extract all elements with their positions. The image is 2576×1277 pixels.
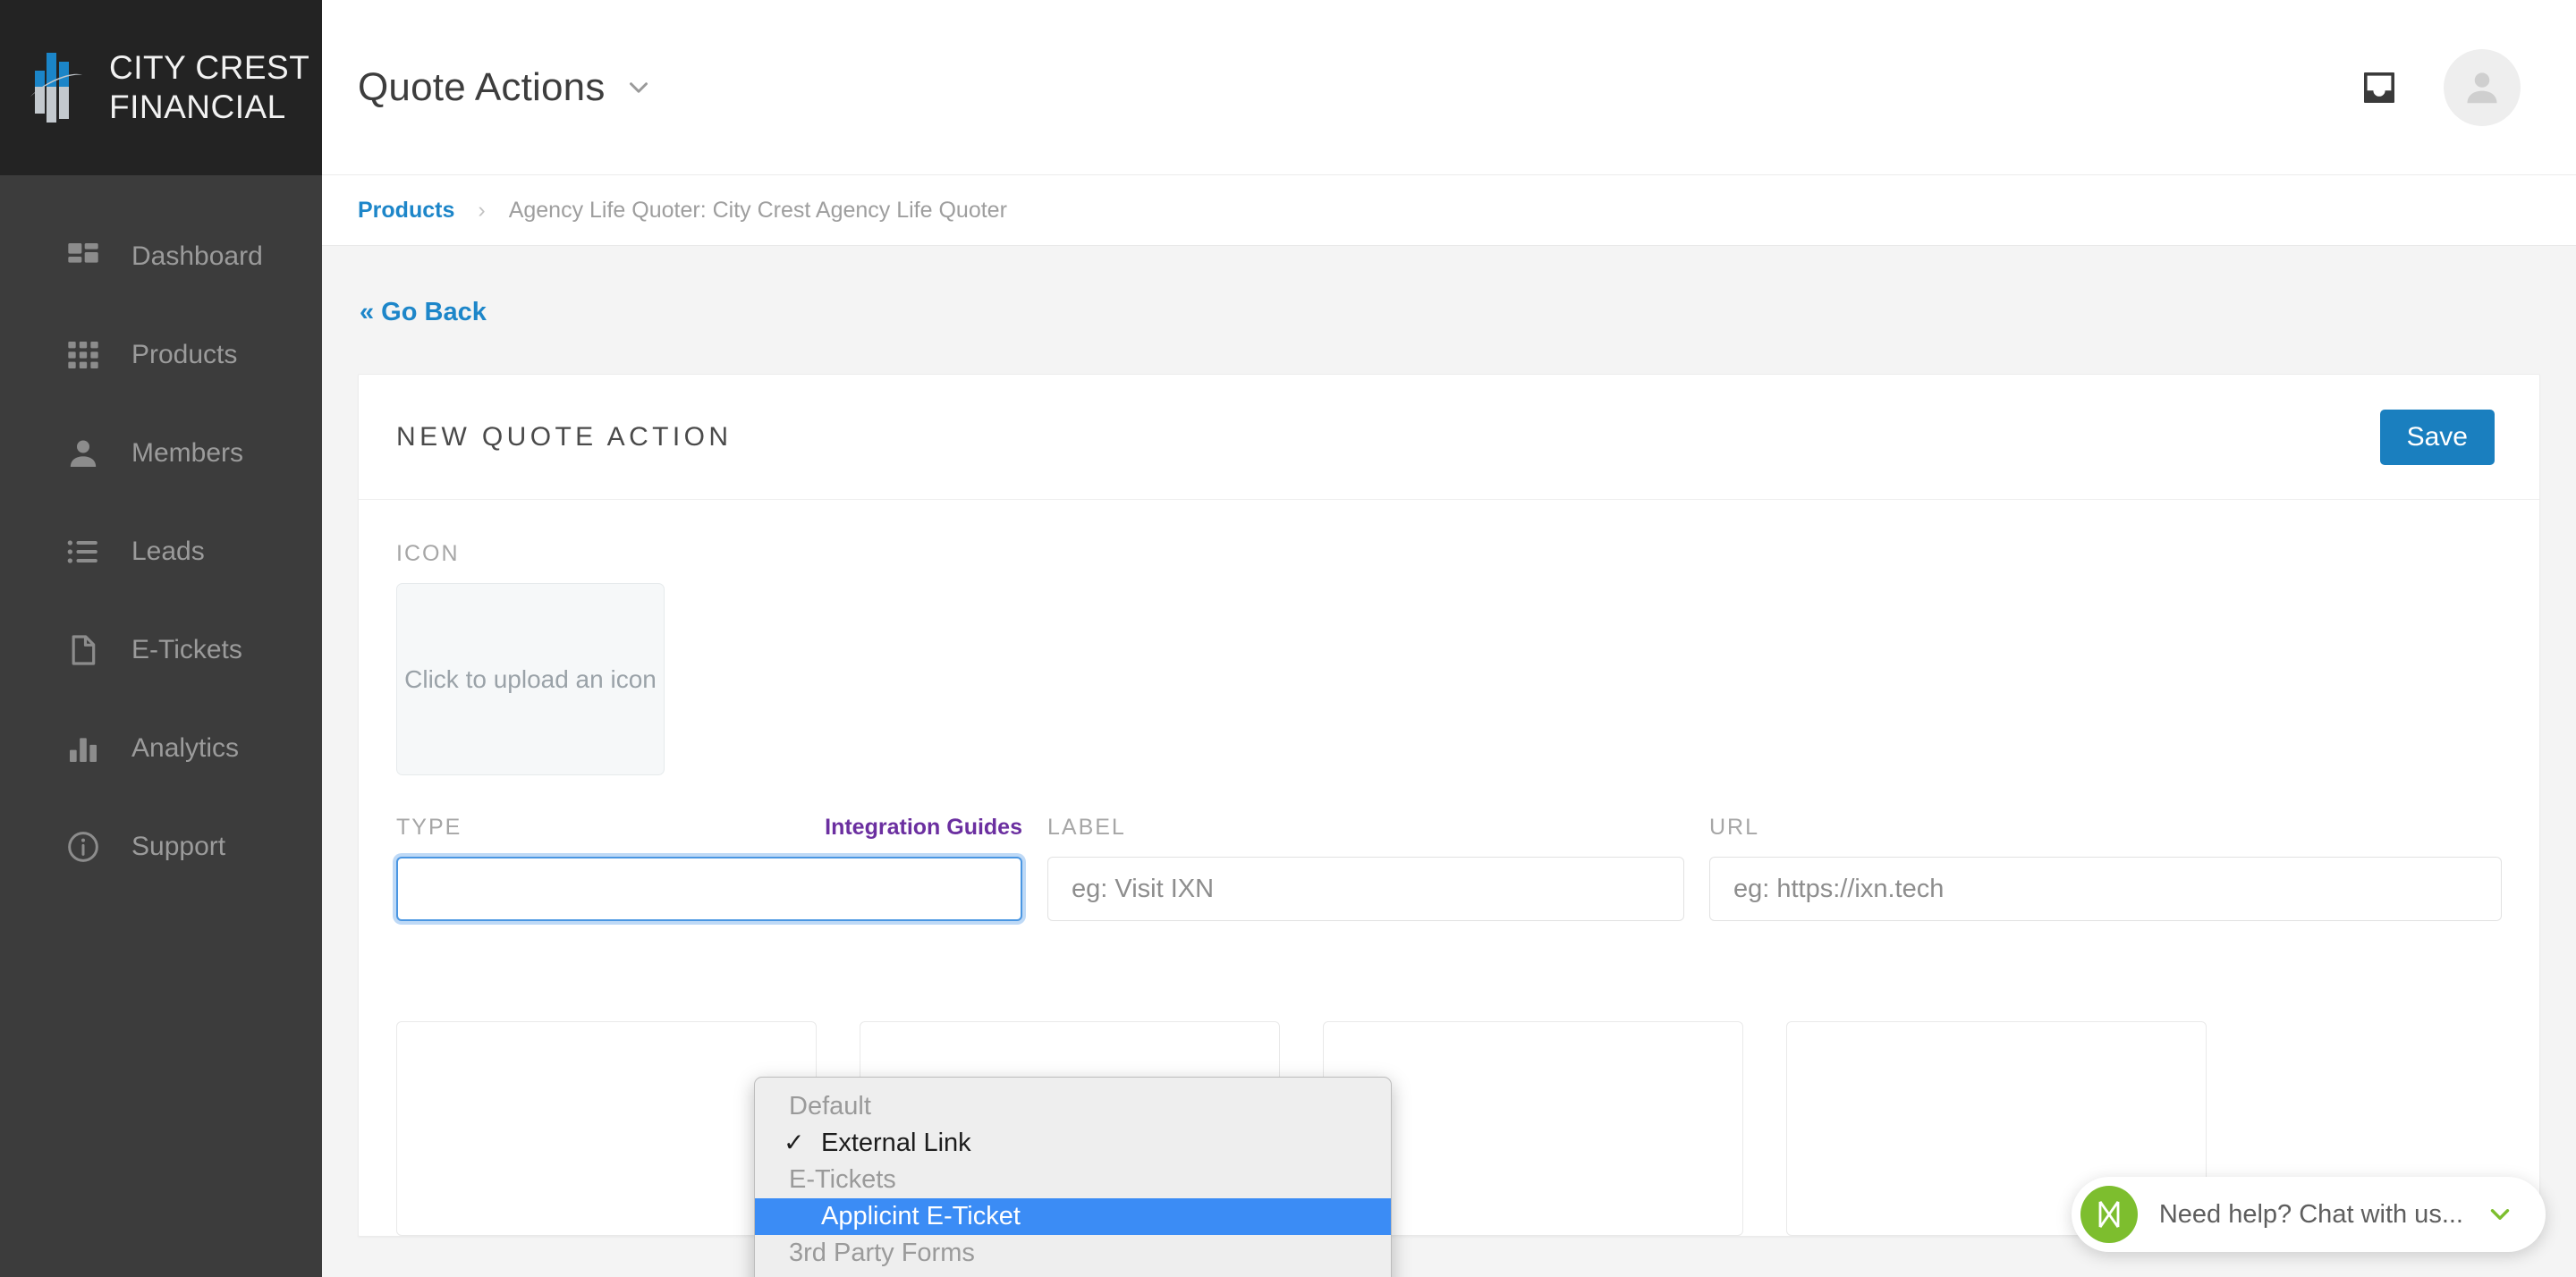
sidebar-item-label: Analytics xyxy=(131,733,240,763)
dropdown-option[interactable]: 123 Contact Form xyxy=(755,1272,1391,1277)
integration-guides-link[interactable]: Integration Guides xyxy=(825,815,1022,841)
brand-logo[interactable]: CITY CREST FINANCIAL xyxy=(0,0,322,175)
content-area: « Go Back NEW QUOTE ACTION Save ICON Cli… xyxy=(322,246,2576,1277)
url-field: URL xyxy=(1709,815,2502,921)
sidebar: CITY CREST FINANCIAL Dashboard Products xyxy=(0,0,322,1277)
type-select-dropdown[interactable]: Default ✓ External Link E-Tickets Applicint … xyxy=(754,1077,1392,1277)
grid-icon xyxy=(64,336,102,374)
type-field-label: TYPE xyxy=(396,815,462,840)
url-field-label: URL xyxy=(1709,815,1760,840)
sidebar-item-label: Products xyxy=(131,340,238,369)
inbox-icon[interactable] xyxy=(2358,66,2401,109)
save-button[interactable]: Save xyxy=(2379,409,2495,465)
type-select-option-list: Default ✓ External Link E-Tickets Applicint … xyxy=(755,1088,1391,1277)
sidebar-item-e-tickets[interactable]: E-Tickets xyxy=(0,601,322,699)
sidebar-item-label: Leads xyxy=(131,537,205,566)
new-quote-action-card: NEW QUOTE ACTION Save ICON Click to uplo… xyxy=(358,374,2540,1237)
dashboard-icon xyxy=(64,238,102,275)
label-input[interactable] xyxy=(1047,857,1684,921)
icon-upload-dropzone[interactable]: Click to upload an icon xyxy=(396,583,665,775)
chat-widget[interactable]: Need help? Chat with us... xyxy=(2071,1177,2546,1252)
dropdown-option[interactable]: Applicint E-Ticket xyxy=(755,1198,1391,1235)
page-title: Quote Actions xyxy=(358,64,606,109)
breadcrumb-products-link[interactable]: Products xyxy=(358,198,454,224)
breadcrumb-current: Agency Life Quoter: City Crest Agency Li… xyxy=(508,197,1007,223)
top-bar: Quote Actions xyxy=(322,0,2576,175)
icon-upload-text: Click to upload an icon xyxy=(404,664,657,693)
brand-line-2: FINANCIAL xyxy=(109,89,286,125)
sidebar-nav: Dashboard Products Members Leads E-Ticke… xyxy=(0,175,322,896)
card-title: NEW QUOTE ACTION xyxy=(396,421,733,452)
person-icon xyxy=(64,435,102,472)
sidebar-item-label: Support xyxy=(131,832,226,861)
type-label-url-row: TYPE Integration Guides LABEL URL xyxy=(396,815,2502,921)
main-region: Quote Actions Products › Agency Life Quo… xyxy=(322,0,2576,1277)
sidebar-item-label: Members xyxy=(131,438,244,468)
dropdown-option-label: Applicint E-Ticket xyxy=(821,1202,1021,1230)
card-header: NEW QUOTE ACTION Save xyxy=(359,375,2539,500)
chevron-down-icon xyxy=(623,72,654,103)
sidebar-item-leads[interactable]: Leads xyxy=(0,503,322,601)
dropdown-option[interactable]: ✓ External Link xyxy=(755,1125,1391,1162)
app-root: CITY CREST FINANCIAL Dashboard Products xyxy=(0,0,2576,1277)
sidebar-item-dashboard[interactable]: Dashboard xyxy=(0,207,322,306)
sidebar-item-label: E-Tickets xyxy=(131,635,242,664)
avatar[interactable] xyxy=(2444,48,2521,126)
type-select[interactable] xyxy=(396,857,1022,921)
dropdown-option-label: External Link xyxy=(821,1129,971,1157)
card-body: ICON Click to upload an icon TYPE Integr… xyxy=(359,500,2539,1236)
dropdown-group-header: Default xyxy=(789,1092,871,1121)
dropdown-group-header: E-Tickets xyxy=(789,1165,896,1194)
type-field: TYPE Integration Guides xyxy=(396,815,1022,921)
sidebar-item-members[interactable]: Members xyxy=(0,404,322,503)
sidebar-item-support[interactable]: Support xyxy=(0,798,322,896)
document-icon xyxy=(64,631,102,669)
breadcrumb: Products › Agency Life Quoter: City Cres… xyxy=(322,175,2576,246)
brand-text: CITY CREST FINANCIAL xyxy=(109,48,309,126)
info-icon xyxy=(64,828,102,866)
dropdown-group-header: 3rd Party Forms xyxy=(789,1239,975,1267)
icon-field-label: ICON xyxy=(396,541,460,566)
breadcrumb-separator-icon: › xyxy=(478,197,486,223)
page-title-dropdown[interactable]: Quote Actions xyxy=(358,65,654,110)
type-label-line: TYPE Integration Guides xyxy=(396,815,1022,857)
label-field: LABEL xyxy=(1047,815,1684,921)
bar-chart-icon xyxy=(64,730,102,767)
topbar-actions xyxy=(2358,48,2521,126)
chat-widget-text: Need help? Chat with us... xyxy=(2158,1199,2463,1229)
sidebar-item-analytics[interactable]: Analytics xyxy=(0,699,322,798)
url-input[interactable] xyxy=(1709,857,2502,921)
label-field-label: LABEL xyxy=(1047,815,1126,840)
list-icon xyxy=(64,533,102,571)
sidebar-item-products[interactable]: Products xyxy=(0,306,322,404)
go-back-link[interactable]: « Go Back xyxy=(360,298,487,327)
icon-field: ICON Click to upload an icon xyxy=(396,541,2502,775)
brand-line-1: CITY CREST xyxy=(109,49,310,87)
sidebar-item-label: Dashboard xyxy=(131,241,263,271)
city-crest-logo-icon xyxy=(30,49,89,126)
chevron-down-icon[interactable] xyxy=(2485,1199,2515,1230)
chat-brand-icon xyxy=(2080,1186,2138,1243)
check-icon: ✓ xyxy=(784,1129,805,1156)
